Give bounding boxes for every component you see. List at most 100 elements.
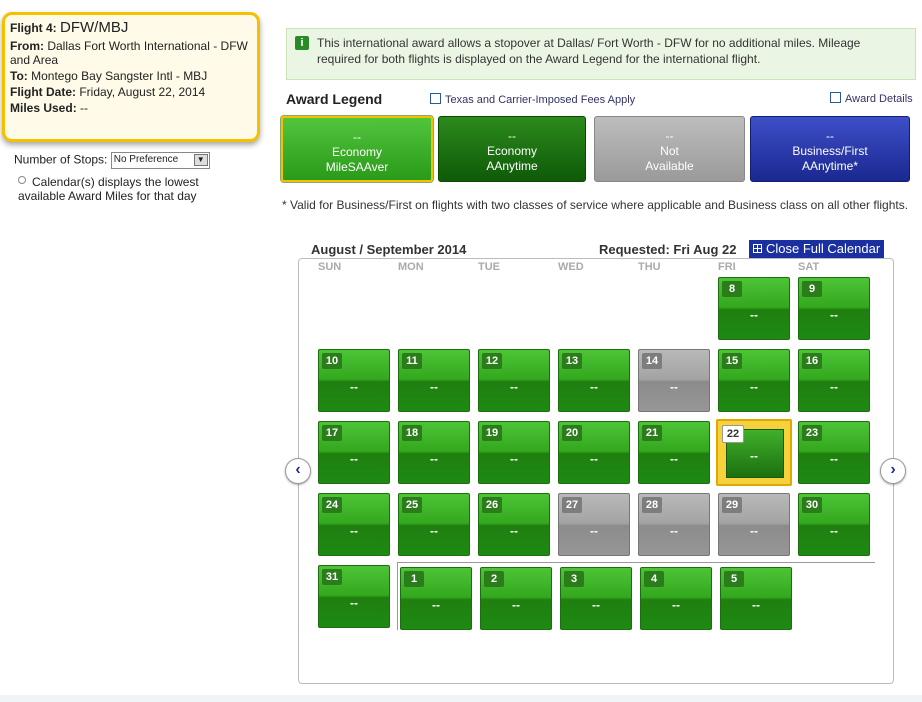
day-number: 26 (482, 497, 502, 513)
legend-not-available[interactable]: -- Not Available (594, 116, 745, 182)
calendar-day-29[interactable]: 29 -- (718, 493, 790, 556)
day-number: 4 (644, 571, 664, 587)
calendar-day-28[interactable]: 28 -- (638, 493, 710, 556)
calendar-day-5[interactable]: 5 -- (720, 567, 792, 630)
calendar-day-2[interactable]: 2 -- (480, 567, 552, 630)
from-row: From: Dallas Fort Worth International - … (10, 39, 252, 67)
calendar-title: August / September 2014 (311, 242, 467, 257)
day-number: 13 (562, 353, 582, 369)
chevron-left-icon[interactable]: ‹ (295, 461, 300, 478)
weekday-mon: MON (398, 261, 424, 273)
bullet-icon (18, 176, 26, 184)
legend-business-first-aanytime[interactable]: -- Business/First AAnytime* (750, 116, 910, 182)
day-miles: -- (350, 524, 358, 538)
calendar-day-21[interactable]: 21 -- (638, 421, 710, 484)
legend-line2: Available (645, 159, 694, 173)
month-divider (397, 562, 875, 563)
legend-value: -- (353, 130, 361, 144)
day-number: 1 (404, 571, 424, 587)
calendar-day-22[interactable]: 22 -- (716, 419, 792, 486)
day-miles: -- (752, 598, 760, 612)
legend-economy-milesaaver[interactable]: -- Economy MileSAAver (281, 116, 433, 182)
day-number: 5 (724, 571, 744, 587)
chevron-right-icon[interactable]: › (890, 461, 895, 478)
taxes-fees-link[interactable]: Texas and Carrier-Imposed Fees Apply (430, 93, 635, 106)
day-number: 23 (802, 425, 822, 441)
calendar-day-13[interactable]: 13 -- (558, 349, 630, 412)
prev-week-button[interactable]: ‹ (285, 458, 311, 484)
calendar-day-14[interactable]: 14 -- (638, 349, 710, 412)
chevron-down-icon[interactable]: ▼ (193, 154, 208, 166)
day-miles: -- (510, 524, 518, 538)
day-miles: -- (830, 452, 838, 466)
calendar-day-15[interactable]: 15 -- (718, 349, 790, 412)
to-label: To: (10, 69, 28, 83)
close-full-calendar-label[interactable]: Close Full Calendar (766, 241, 880, 256)
day-number: 9 (802, 281, 822, 297)
day-number: 25 (402, 497, 422, 513)
taxes-fees-link-text[interactable]: Texas and Carrier-Imposed Fees Apply (445, 94, 635, 106)
close-full-calendar-button[interactable]: Close Full Calendar (749, 240, 884, 258)
day-number: 3 (564, 571, 584, 587)
calendar-day-31[interactable]: 31 -- (318, 565, 390, 628)
calendar-day-4[interactable]: 4 -- (640, 567, 712, 630)
calendar-day-27[interactable]: 27 -- (558, 493, 630, 556)
calendar-day-17[interactable]: 17 -- (318, 421, 390, 484)
calendar-day-18[interactable]: 18 -- (398, 421, 470, 484)
legend-value: -- (508, 129, 516, 143)
miles-value: -- (80, 101, 89, 115)
legend-line1: Not (660, 144, 679, 158)
legend-value: -- (665, 129, 674, 143)
day-miles: -- (430, 452, 438, 466)
calendar-day-8[interactable]: 8 -- (718, 277, 790, 340)
miles-row: Miles Used: -- (10, 101, 252, 115)
stops-label: Number of Stops: (14, 152, 108, 167)
award-details-link[interactable]: Award Details (830, 92, 913, 105)
legend-economy-aanytime[interactable]: -- Economy AAnytime (438, 116, 586, 182)
miles-label: Miles Used: (10, 101, 77, 115)
stops-select-value: No Preference (113, 154, 179, 165)
day-miles: -- (350, 380, 358, 394)
calendar-day-19[interactable]: 19 -- (478, 421, 550, 484)
to-row: To: Montego Bay Sangster Intl - MBJ (10, 69, 252, 83)
legend-line1: Economy (486, 144, 538, 158)
day-miles: -- (592, 598, 600, 612)
calendar-day-10[interactable]: 10 -- (318, 349, 390, 412)
calendar-grid-icon (753, 244, 762, 253)
day-miles: -- (750, 308, 758, 322)
calendar-day-24[interactable]: 24 -- (318, 493, 390, 556)
day-miles: -- (670, 380, 678, 394)
award-legend-title: Award Legend (286, 91, 383, 107)
weekday-thu: THU (638, 261, 661, 273)
requested-date: Requested: Fri Aug 22 (599, 242, 737, 257)
calendar-day-11[interactable]: 11 -- (398, 349, 470, 412)
calendar-day-26[interactable]: 26 -- (478, 493, 550, 556)
calendar-day-23[interactable]: 23 -- (798, 421, 870, 484)
calendar-day-9[interactable]: 9 -- (798, 277, 870, 340)
calendar-day-20[interactable]: 20 -- (558, 421, 630, 484)
day-miles: -- (590, 380, 598, 394)
award-details-link-text[interactable]: Award Details (845, 93, 913, 105)
from-value: Dallas Fort Worth International - DFW an… (10, 39, 248, 67)
calendar-day-3[interactable]: 3 -- (560, 567, 632, 630)
day-miles: -- (670, 452, 678, 466)
day-miles: -- (512, 598, 520, 612)
day-number: 10 (322, 353, 342, 369)
next-week-button[interactable]: › (880, 458, 906, 484)
day-miles: -- (430, 380, 438, 394)
day-number: 27 (562, 497, 582, 513)
day-miles: -- (432, 598, 440, 612)
calendar-day-25[interactable]: 25 -- (398, 493, 470, 556)
day-miles: -- (350, 452, 358, 466)
external-link-icon (830, 92, 841, 103)
day-miles: -- (830, 380, 838, 394)
day-number: 16 (802, 353, 822, 369)
stops-select[interactable]: No Preference ▼ (110, 152, 210, 169)
calendar-day-30[interactable]: 30 -- (798, 493, 870, 556)
info-icon: i (295, 36, 309, 50)
calendar-day-1[interactable]: 1 -- (400, 567, 472, 630)
calendar-day-16[interactable]: 16 -- (798, 349, 870, 412)
day-miles: -- (430, 524, 438, 538)
day-number: 2 (484, 571, 504, 587)
calendar-day-12[interactable]: 12 -- (478, 349, 550, 412)
